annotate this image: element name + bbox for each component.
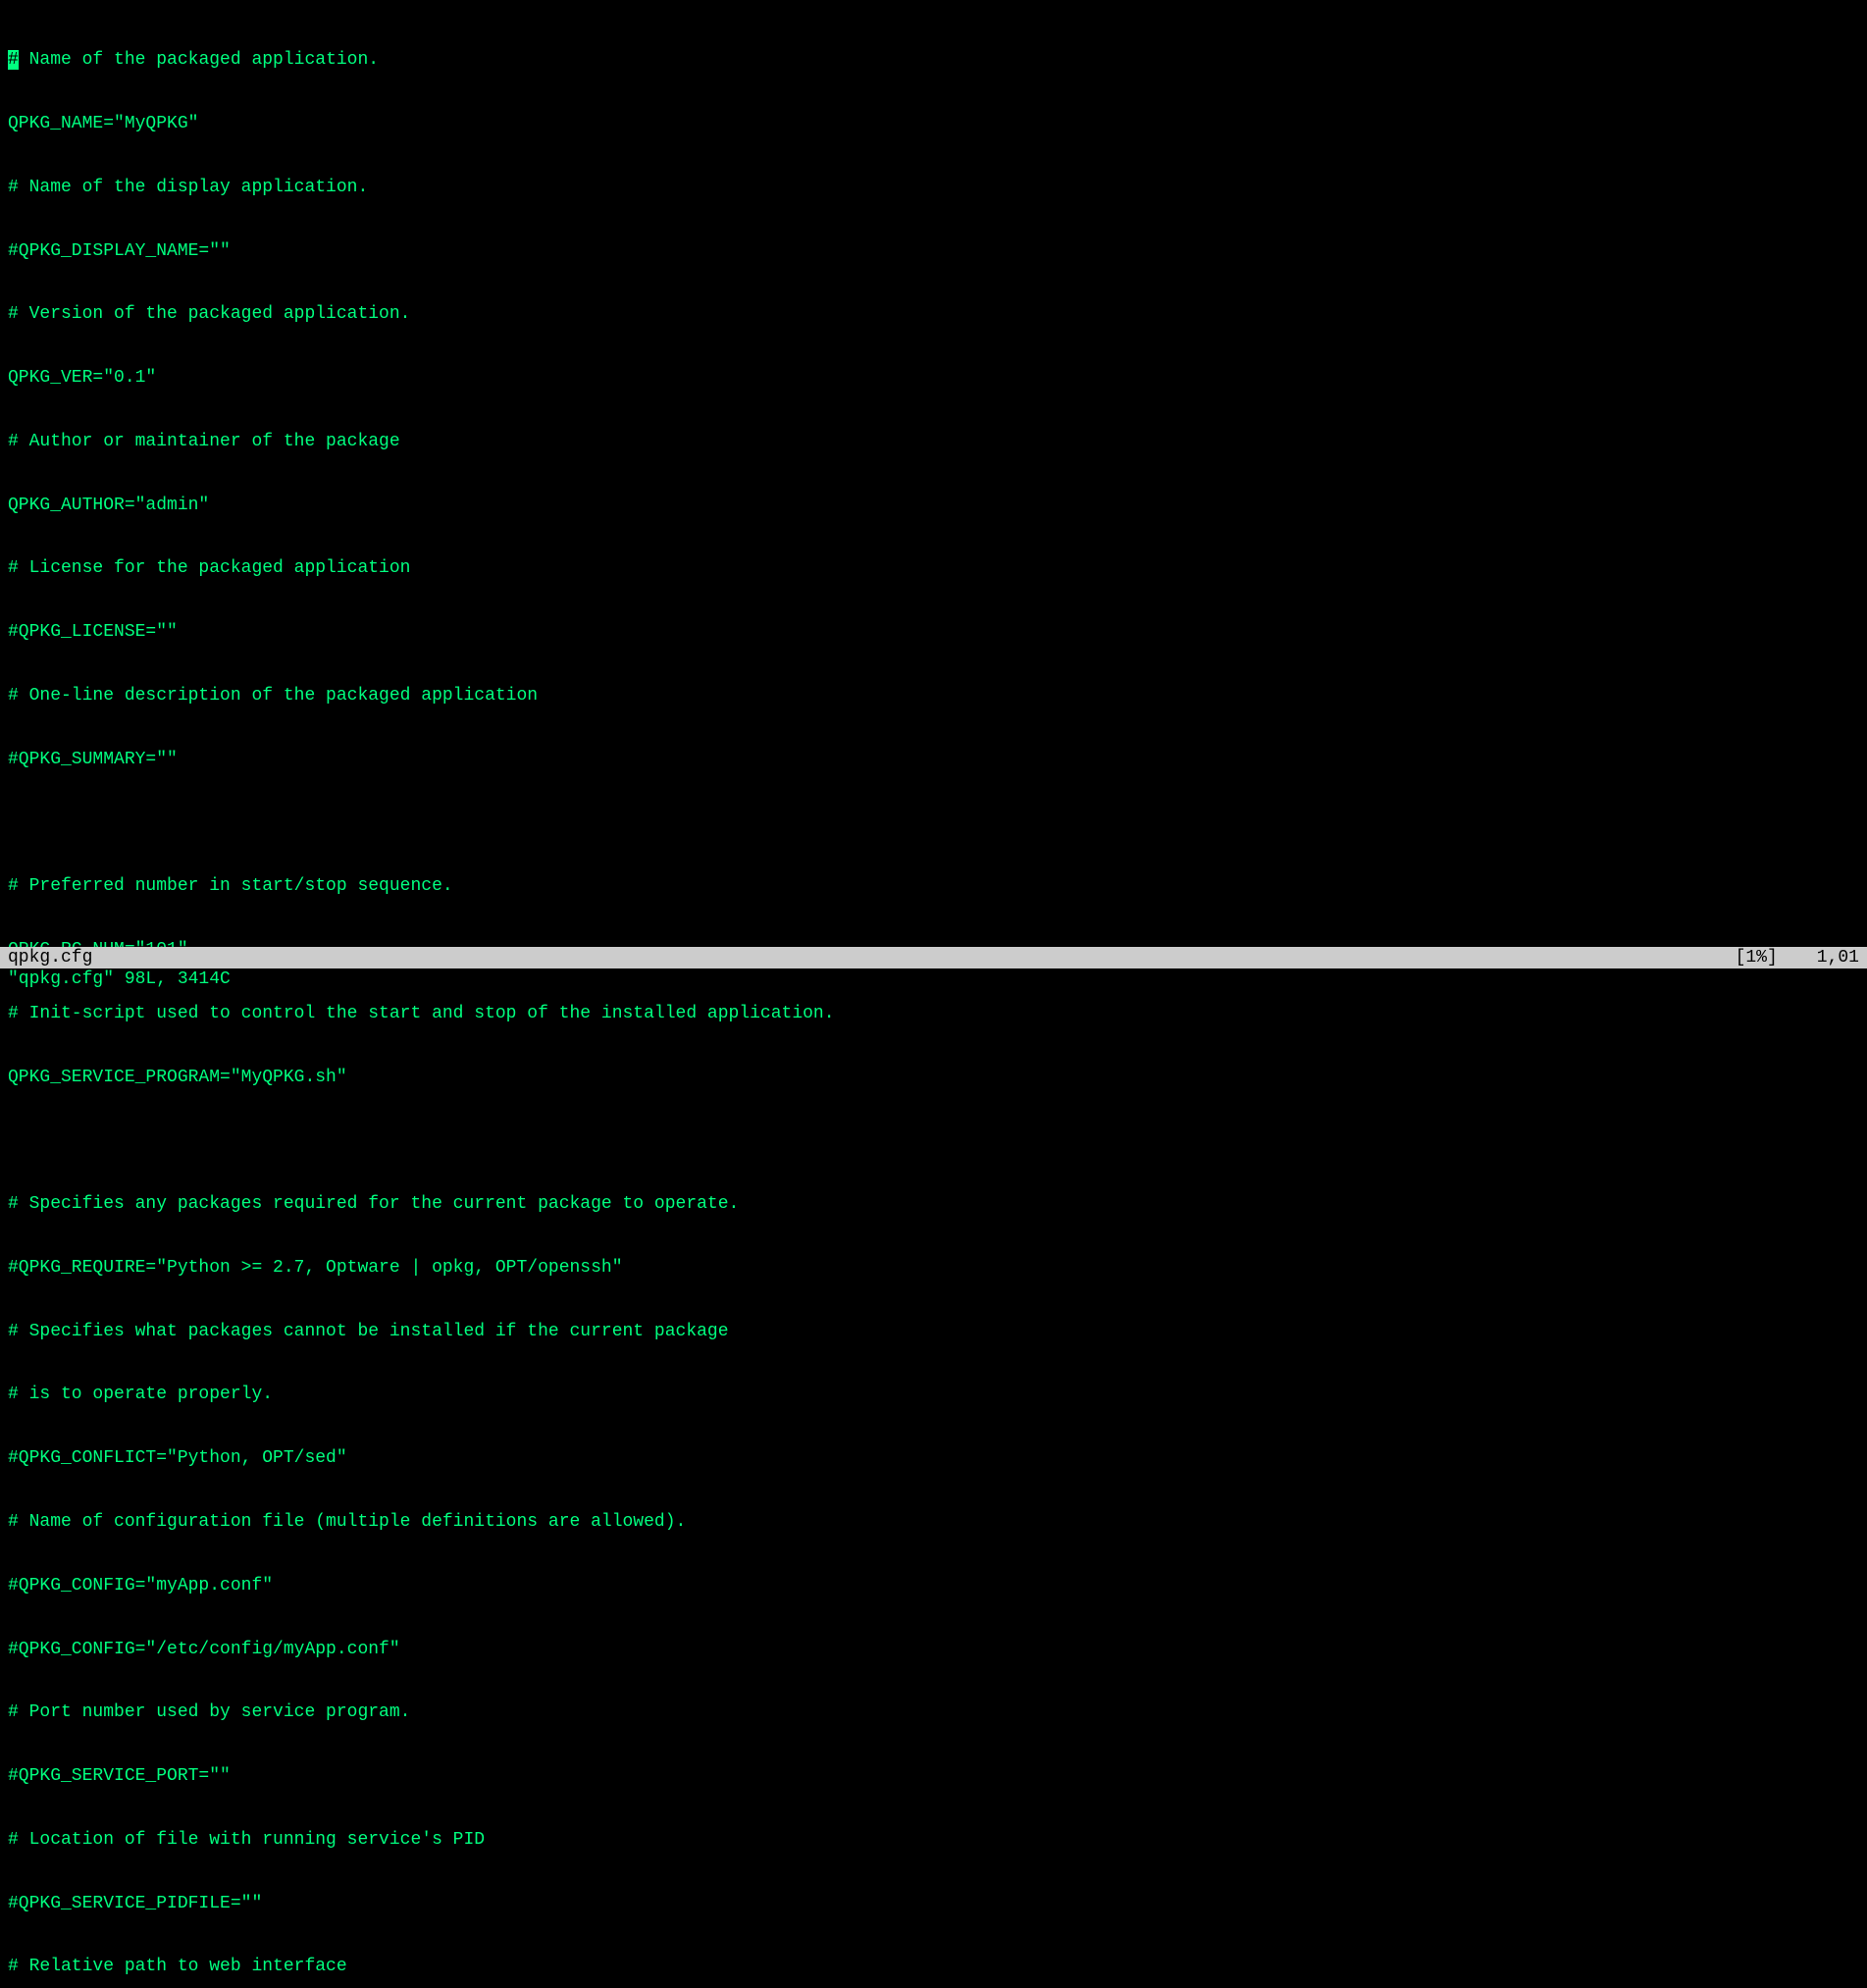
editor-line: QPKG_VER="0.1" bbox=[8, 368, 1859, 390]
editor-line bbox=[8, 1130, 1859, 1152]
line-text-0-rest: Name of the packaged application. bbox=[19, 50, 379, 70]
cursor: # bbox=[8, 50, 19, 70]
editor-line: #QPKG_REQUIRE="Python >= 2.7, Optware | … bbox=[8, 1258, 1859, 1280]
editor-line: QPKG_SERVICE_PROGRAM="MyQPKG.sh" bbox=[8, 1068, 1859, 1089]
status-bar: qpkg.cfg [1%] 1,01 bbox=[0, 947, 1867, 968]
editor-line: # Preferred number in start/stop sequenc… bbox=[8, 876, 1859, 898]
editor-line: # Port number used by service program. bbox=[8, 1702, 1859, 1724]
editor-line: # Version of the packaged application. bbox=[8, 304, 1859, 326]
editor-line: # Init-script used to control the start … bbox=[8, 1004, 1859, 1025]
editor-content[interactable]: # Name of the packaged application. QPKG… bbox=[0, 0, 1867, 1988]
editor-line: # Name of the packaged application. bbox=[8, 50, 1859, 72]
editor-line: # Author or maintainer of the package bbox=[8, 432, 1859, 453]
editor-line: #QPKG_SERVICE_PIDFILE="" bbox=[8, 1894, 1859, 1915]
editor-line: # License for the packaged application bbox=[8, 558, 1859, 580]
status-filename: qpkg.cfg bbox=[8, 947, 92, 968]
message-text: "qpkg.cfg" 98L, 3414C bbox=[8, 969, 231, 989]
status-percent: [1%] bbox=[1736, 947, 1778, 968]
editor-line: QPKG_AUTHOR="admin" bbox=[8, 496, 1859, 517]
status-position: 1,01 bbox=[1817, 947, 1859, 968]
editor-line bbox=[8, 813, 1859, 835]
editor-line: #QPKG_CONFLICT="Python, OPT/sed" bbox=[8, 1448, 1859, 1470]
editor-line: #QPKG_SUMMARY="" bbox=[8, 750, 1859, 771]
editor-line: #QPKG_SERVICE_PORT="" bbox=[8, 1766, 1859, 1788]
status-right: [1%] 1,01 bbox=[1736, 947, 1859, 968]
editor-line: # Location of file with running service'… bbox=[8, 1830, 1859, 1852]
editor-line: # Name of configuration file (multiple d… bbox=[8, 1512, 1859, 1534]
editor-line: # Relative path to web interface bbox=[8, 1957, 1859, 1978]
message-line: "qpkg.cfg" 98L, 3414C bbox=[0, 968, 1867, 994]
editor-line: # Specifies any packages required for th… bbox=[8, 1194, 1859, 1216]
editor-line: # One-line description of the packaged a… bbox=[8, 686, 1859, 707]
editor-line: # Specifies what packages cannot be inst… bbox=[8, 1322, 1859, 1343]
editor-line: #QPKG_LICENSE="" bbox=[8, 622, 1859, 644]
editor-line: QPKG_NAME="MyQPKG" bbox=[8, 114, 1859, 135]
editor-line: #QPKG_DISPLAY_NAME="" bbox=[8, 241, 1859, 263]
editor-line: # Name of the display application. bbox=[8, 178, 1859, 199]
editor-line: #QPKG_CONFIG="/etc/config/myApp.conf" bbox=[8, 1640, 1859, 1661]
editor-line: #QPKG_CONFIG="myApp.conf" bbox=[8, 1576, 1859, 1597]
editor-line: # is to operate properly. bbox=[8, 1385, 1859, 1406]
